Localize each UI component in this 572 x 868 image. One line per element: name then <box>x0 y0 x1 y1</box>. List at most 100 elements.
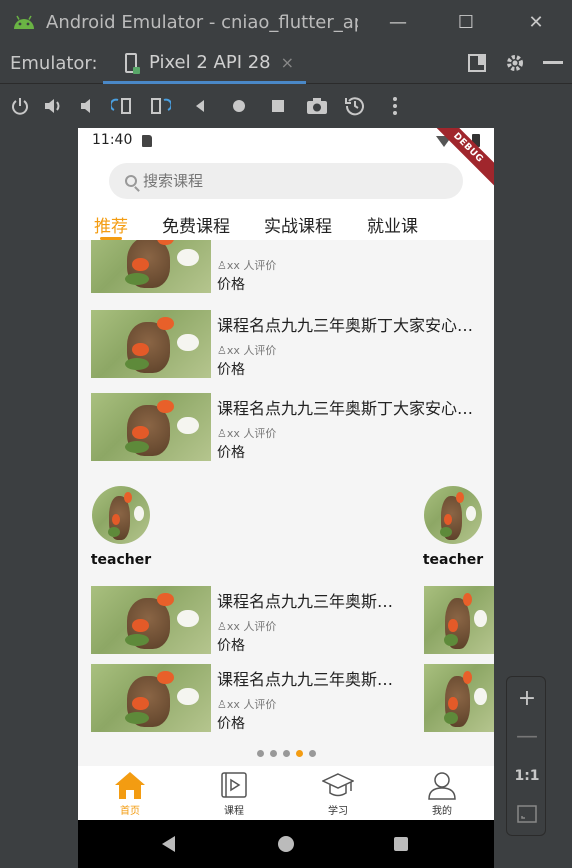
system-recents-icon[interactable] <box>394 837 408 851</box>
nav-me-label: 我的 <box>432 806 452 817</box>
nav-me[interactable]: 我的 <box>390 766 494 820</box>
course-price: 价格 <box>217 277 245 293</box>
settings-gear-icon[interactable] <box>504 52 526 74</box>
maximize-button[interactable]: ☐ <box>452 8 480 36</box>
power-icon[interactable] <box>8 94 32 118</box>
course-thumbnail <box>91 393 211 461</box>
course-thumbnail <box>91 664 211 732</box>
tab-practical-courses[interactable]: 实战课程 <box>264 212 332 237</box>
nav-courses[interactable]: 课程 <box>182 766 286 820</box>
more-options-icon[interactable] <box>383 94 407 118</box>
home-circle-icon[interactable] <box>227 94 251 118</box>
carousel-dot[interactable] <box>269 750 277 757</box>
carousel-page-indicator <box>78 750 494 760</box>
system-back-icon[interactable] <box>162 836 175 852</box>
nav-study-label: 学习 <box>328 806 348 817</box>
phone-screen: 11:40 DEBUG 推荐 免费课程 实战课程 就业课 ♙xx 人评价 价格 … <box>78 128 494 868</box>
back-icon[interactable] <box>188 94 212 118</box>
course-rating-count: ♙xx 人评价 <box>217 427 277 440</box>
emulator-label: Emulator: <box>10 53 98 74</box>
layout-panel-icon[interactable] <box>466 52 488 74</box>
screenshot-camera-icon[interactable] <box>305 94 329 118</box>
minimize-panel-icon[interactable] <box>542 52 564 74</box>
course-rating-count: ♙xx 人评价 <box>217 620 277 633</box>
course-rating-count: ♙xx 人评价 <box>217 344 277 357</box>
fit-screen-icon[interactable] <box>507 799 547 829</box>
minimize-button[interactable]: — <box>384 8 412 36</box>
rotate-left-icon[interactable] <box>110 94 134 118</box>
search-input[interactable] <box>143 172 423 190</box>
course-thumbnail <box>91 586 211 654</box>
course-item[interactable]: ♙xx 人评价 价格 <box>78 240 494 293</box>
teacher-name: teacher <box>422 552 484 568</box>
carousel-dot[interactable] <box>308 750 316 757</box>
zoom-in-button[interactable]: + <box>507 683 547 713</box>
device-tab-label: Pixel 2 API 28 <box>149 52 271 73</box>
phone-device-icon <box>125 52 140 74</box>
overview-icon[interactable] <box>266 94 290 118</box>
nav-study[interactable]: 学习 <box>286 766 390 820</box>
course-feed[interactable]: ♙xx 人评价 价格 课程名点九九三年奥斯丁大家安心… ♙xx 人评价 价格 课… <box>78 240 494 766</box>
zoom-out-button[interactable]: — <box>507 721 547 751</box>
course-thumbnail <box>91 240 211 293</box>
teacher-name: teacher <box>90 552 152 568</box>
sd-card-icon <box>142 135 152 147</box>
next-card-thumbnail[interactable] <box>424 586 494 654</box>
search-bar[interactable] <box>109 163 463 199</box>
volume-down-icon[interactable] <box>76 94 100 118</box>
nav-courses-label: 课程 <box>224 806 244 817</box>
person-icon <box>426 770 458 800</box>
status-bar: 11:40 <box>78 128 494 154</box>
teacher-card[interactable]: teacher <box>78 486 168 576</box>
carousel-course-item[interactable]: 课程名点九九三年奥斯… ♙xx 人评价 价格 <box>78 586 408 654</box>
window-titlebar: Android Emulator - cniao_flutter_app — ☐… <box>0 0 572 44</box>
category-tabs: 推荐 免费课程 实战课程 就业课 <box>78 208 494 240</box>
carousel-course-item[interactable]: 课程名点九九三年奥斯… ♙xx 人评价 价格 <box>78 664 408 732</box>
carousel-dot[interactable] <box>282 750 290 757</box>
status-time: 11:40 <box>92 132 133 148</box>
course-price: 价格 <box>217 445 245 461</box>
home-icon <box>114 770 146 800</box>
course-item[interactable]: 课程名点九九三年奥斯丁大家安心… ♙xx 人评价 价格 <box>78 310 494 378</box>
course-thumbnail <box>91 310 211 378</box>
teacher-card[interactable]: teacher <box>410 486 494 576</box>
next-card-thumbnail[interactable] <box>424 664 494 732</box>
system-home-icon[interactable] <box>278 836 294 852</box>
search-icon <box>125 175 137 187</box>
carousel-dot[interactable] <box>295 750 303 757</box>
tab-recommend[interactable]: 推荐 <box>94 212 128 237</box>
emulator-toolbar <box>0 86 572 126</box>
teacher-avatar <box>424 486 482 544</box>
course-price: 价格 <box>217 638 245 654</box>
course-title: 课程名点九九三年奥斯… <box>217 592 394 611</box>
course-item[interactable]: 课程名点九九三年奥斯丁大家安心… ♙xx 人评价 价格 <box>78 393 494 461</box>
window-title: Android Emulator - cniao_flutter_app <box>46 11 358 33</box>
nav-home-label: 首页 <box>120 806 140 817</box>
course-rating-count: ♙xx 人评价 <box>217 259 277 272</box>
course-rating-count: ♙xx 人评价 <box>217 698 277 711</box>
course-title: 课程名点九九三年奥斯丁大家安心… <box>217 399 474 418</box>
snapshot-history-icon[interactable] <box>343 94 367 118</box>
system-navigation-bar <box>78 820 494 868</box>
zoom-panel: + — 1:1 <box>506 676 546 836</box>
emulator-tabbar: Emulator: Pixel 2 API 28 × <box>0 44 572 84</box>
teacher-avatar <box>92 486 150 544</box>
rotate-right-icon[interactable] <box>148 94 172 118</box>
course-price: 价格 <box>217 362 245 378</box>
volume-up-icon[interactable] <box>42 94 66 118</box>
carousel-dot[interactable] <box>256 750 264 757</box>
bottom-navigation: 首页 课程 学习 我的 <box>78 766 494 820</box>
play-book-icon <box>218 770 250 800</box>
android-icon <box>12 14 36 30</box>
actual-size-button[interactable]: 1:1 <box>507 761 547 791</box>
course-price: 价格 <box>217 716 245 732</box>
close-window-button[interactable]: ✕ <box>522 8 550 36</box>
tab-employment-courses[interactable]: 就业课 <box>367 212 418 237</box>
close-tab-icon[interactable]: × <box>281 53 294 72</box>
course-title: 课程名点九九三年奥斯丁大家安心… <box>217 316 474 335</box>
device-tab[interactable]: Pixel 2 API 28 × <box>103 44 306 84</box>
tab-free-courses[interactable]: 免费课程 <box>162 212 230 237</box>
graduation-cap-icon <box>321 770 355 800</box>
course-title: 课程名点九九三年奥斯… <box>217 670 394 689</box>
nav-home[interactable]: 首页 <box>78 766 182 820</box>
